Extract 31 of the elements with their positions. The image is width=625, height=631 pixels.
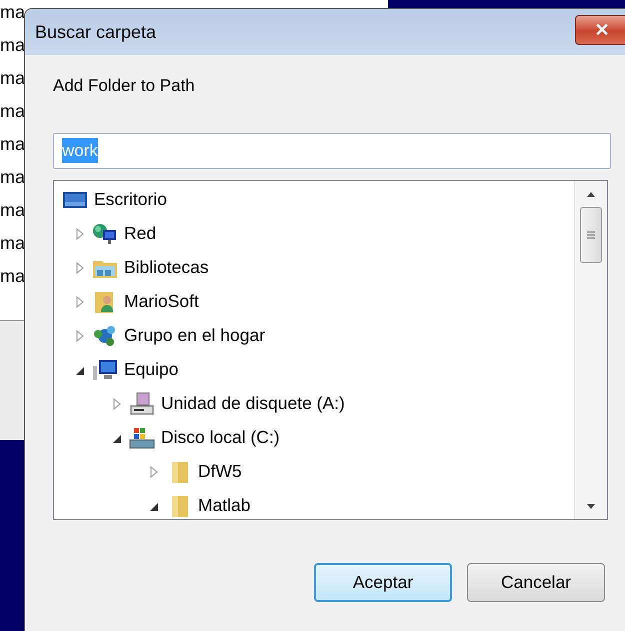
close-button[interactable]: ✕: [575, 15, 625, 45]
text-line: ma: [0, 133, 26, 156]
computer-icon: [92, 358, 118, 382]
text-line: ma: [0, 232, 26, 255]
floppy-drive-icon: [129, 392, 155, 416]
local-disk-icon: [129, 426, 155, 450]
homegroup-icon: [92, 324, 118, 348]
tree-item[interactable]: MarioSoft: [124, 288, 199, 315]
text-line: ma: [0, 265, 26, 288]
window-title: Buscar carpeta: [35, 20, 156, 44]
network-icon: [92, 222, 118, 246]
text-line: ma: [0, 100, 26, 123]
tree-item[interactable]: Disco local (C:): [161, 424, 280, 451]
text-line: ma: [0, 67, 26, 90]
tree-item[interactable]: Equipo: [124, 356, 178, 383]
tree-item[interactable]: Matlab: [198, 492, 251, 518]
text-line: ma: [0, 199, 26, 222]
tree-item[interactable]: Red: [124, 220, 156, 247]
text-line: ma: [0, 166, 26, 189]
tree-item[interactable]: DfW5: [198, 458, 242, 485]
ok-button[interactable]: Aceptar: [314, 562, 452, 602]
tree-item[interactable]: Unidad de disquete (A:): [161, 390, 345, 417]
text-line: ma: [0, 1, 26, 24]
tree-item[interactable]: Bibliotecas: [124, 254, 209, 281]
tree-item[interactable]: Grupo en el hogar: [124, 322, 266, 349]
text-line: ma: [0, 34, 26, 57]
description-text: Add Folder to Path: [53, 75, 196, 97]
scroll-thumb[interactable]: [580, 206, 602, 262]
cancel-button[interactable]: Cancelar: [467, 562, 605, 602]
scrollbar[interactable]: [574, 180, 607, 518]
tree-item[interactable]: Escritorio: [94, 186, 167, 213]
